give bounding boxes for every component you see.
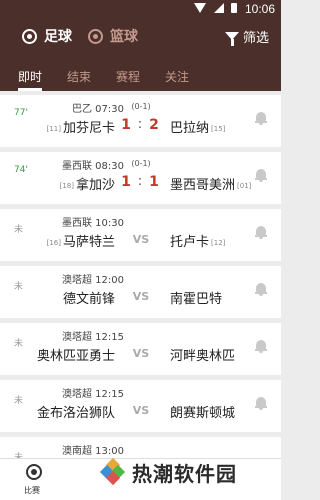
- match-row[interactable]: 未 澳塔超 12:00 德文前锋 VS 南霍巴特: [0, 266, 281, 318]
- tab-live[interactable]: 即时: [18, 68, 42, 85]
- tab-football-label: 足球: [44, 29, 72, 45]
- active-tab-indicator: [18, 88, 42, 91]
- match-row[interactable]: 未 澳塔超 12:15 金布洛治狮队 VS 朗赛斯顿城: [0, 380, 281, 432]
- app-header: 10:06 足球 篮球 筛选 即时 结束 赛程 关注: [0, 0, 281, 91]
- home-team: [16] 马萨特兰: [45, 231, 115, 250]
- bell-icon[interactable]: [255, 168, 267, 182]
- bell-icon[interactable]: [255, 225, 267, 239]
- basketball-icon: [88, 28, 103, 44]
- vs-label: VS: [132, 404, 150, 417]
- watermark-text: 热潮软件园: [132, 461, 237, 486]
- away-team-name: 朗赛斯顿城: [170, 406, 236, 421]
- soccer-ball-icon: [26, 464, 42, 480]
- home-score: 1: [121, 174, 131, 190]
- soccer-ball-icon: [22, 28, 37, 44]
- home-rank: [16]: [46, 238, 61, 247]
- away-team-name: 托卢卡: [170, 235, 210, 250]
- match-row[interactable]: 74' 墨西联 08:30 (0-1) [18] 拿加沙 1 : 1 墨西哥美洲[…: [0, 152, 281, 204]
- match-status: 74': [14, 165, 28, 175]
- match-status: 未: [14, 282, 24, 292]
- away-team: 托卢卡 [12]: [170, 231, 227, 250]
- bell-icon[interactable]: [255, 282, 267, 296]
- tab-schedule[interactable]: 赛程: [116, 68, 140, 85]
- away-team: 河畔奥林匹: [170, 345, 235, 364]
- tab-basketball-label: 篮球: [110, 29, 138, 45]
- away-rank: [15]: [211, 124, 226, 133]
- league-time: 巴乙 07:30: [72, 104, 124, 115]
- home-team-name: 金布洛治狮队: [36, 406, 115, 421]
- score-separator: :: [137, 174, 143, 189]
- cell-signal-icon: [213, 3, 224, 13]
- tab-football[interactable]: 足球: [22, 22, 72, 50]
- nav-matches-label: 比赛: [24, 486, 40, 495]
- filter-label: 筛选: [242, 30, 269, 46]
- half-time-score: (0-1): [131, 159, 151, 168]
- home-team-name: 奥林匹亚勇士: [36, 349, 115, 364]
- watermark: 热潮软件园: [99, 452, 237, 492]
- tab-followed[interactable]: 关注: [165, 68, 189, 85]
- home-team: [11] 加芬尼卡: [45, 117, 115, 136]
- filter-icon: [224, 32, 239, 46]
- home-team-name: 拿加沙: [75, 178, 115, 193]
- away-score: 1: [149, 174, 159, 190]
- match-status: 未: [14, 225, 24, 235]
- away-team-name: 河畔奥林匹: [170, 349, 236, 364]
- home-rank: [11]: [46, 124, 61, 133]
- home-team: 德文前锋: [63, 288, 115, 307]
- league-time: 澳塔超 12:00: [62, 275, 124, 286]
- match-status: 77': [14, 108, 28, 118]
- bell-icon[interactable]: [255, 111, 267, 125]
- home-team-name: 加芬尼卡: [62, 121, 115, 136]
- home-team: 奥林匹亚勇士: [37, 345, 115, 364]
- battery-icon: [231, 3, 237, 13]
- league-time: 墨西联 10:30: [62, 218, 124, 229]
- score-separator: :: [137, 117, 143, 132]
- away-team: 朗赛斯顿城: [170, 402, 235, 421]
- away-team-name: 南霍巴特: [170, 292, 223, 307]
- away-score: 2: [149, 117, 159, 133]
- status-bar: 10:06: [0, 0, 281, 18]
- away-team: 墨西哥美洲 [01]: [170, 174, 253, 193]
- match-status: 未: [14, 339, 24, 349]
- home-team: 金布洛治狮队: [37, 402, 115, 421]
- match-tabs: 即时 结束 赛程 关注: [0, 62, 281, 91]
- away-rank: [01]: [237, 181, 252, 190]
- vs-label: VS: [132, 290, 150, 303]
- match-row[interactable]: 未 墨西联 10:30 [16] 马萨特兰 VS 托卢卡 [12]: [0, 209, 281, 261]
- vs-label: VS: [132, 233, 150, 246]
- league-time: 墨西联 08:30: [62, 161, 124, 172]
- home-team: [18] 拿加沙: [58, 174, 115, 193]
- away-rank: [12]: [211, 238, 226, 247]
- away-team: 南霍巴特: [170, 288, 222, 307]
- away-team-name: 巴拉纳: [170, 121, 210, 136]
- bell-icon[interactable]: [255, 339, 267, 353]
- clock: 10:06: [244, 2, 275, 16]
- vs-label: VS: [132, 347, 150, 360]
- tab-basketball[interactable]: 篮球: [88, 22, 138, 50]
- filter-button[interactable]: 筛选: [224, 24, 269, 48]
- wifi-icon: [194, 3, 206, 13]
- tab-finished[interactable]: 结束: [67, 68, 91, 85]
- bell-icon[interactable]: [255, 396, 267, 410]
- home-rank: [18]: [59, 181, 74, 190]
- half-time-score: (0-1): [131, 102, 151, 111]
- away-team: 巴拉纳 [15]: [170, 117, 227, 136]
- match-status: 未: [14, 396, 24, 406]
- home-score: 1: [121, 117, 131, 133]
- watermark-logo-icon: [99, 457, 126, 486]
- match-row[interactable]: 未 澳塔超 12:15 奥林匹亚勇士 VS 河畔奥林匹: [0, 323, 281, 375]
- league-time: 澳塔超 12:15: [62, 389, 124, 400]
- league-time: 澳塔超 12:15: [62, 332, 124, 343]
- away-team-name: 墨西哥美洲: [170, 178, 236, 193]
- match-row[interactable]: 77' 巴乙 07:30 (0-1) [11] 加芬尼卡 1 : 2 巴拉纳 [15…: [0, 95, 281, 147]
- home-team-name: 德文前锋: [62, 292, 115, 307]
- home-team-name: 马萨特兰: [62, 235, 115, 250]
